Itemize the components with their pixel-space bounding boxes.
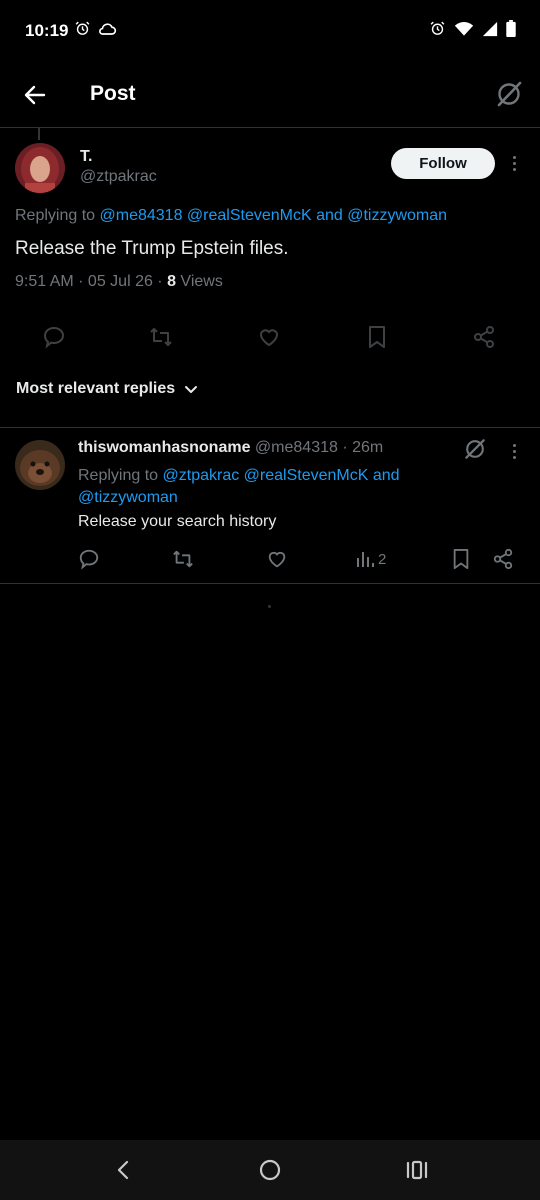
heart-icon xyxy=(268,551,286,568)
post-actions xyxy=(0,323,540,353)
share-icon xyxy=(474,326,494,348)
reply-share-button[interactable] xyxy=(490,546,516,572)
reply-grok-button[interactable] xyxy=(462,436,488,462)
bookmark-icon xyxy=(453,549,469,569)
system-nav-bar xyxy=(0,1140,540,1200)
share-button[interactable] xyxy=(470,323,498,351)
divider xyxy=(0,583,540,584)
reply-replying-to-links-2[interactable]: @tizzywoman xyxy=(78,489,178,506)
grok-icon xyxy=(497,81,522,107)
chevron-left-icon xyxy=(117,1160,129,1180)
reply-avatar[interactable] xyxy=(15,440,65,490)
nav-back-button[interactable] xyxy=(108,1155,138,1185)
home-circle-icon xyxy=(259,1159,281,1181)
reply-actions: 2 xyxy=(0,546,540,572)
reply-header: thiswomanhasnoname @me84318 · 26m xyxy=(78,439,383,457)
reply-views-count: 2 xyxy=(378,550,387,568)
reply-more-options-button[interactable] xyxy=(504,439,524,463)
status-time: 10:19 xyxy=(25,21,69,40)
comment-icon xyxy=(79,549,99,570)
loading-indicator xyxy=(268,605,271,608)
grok-button[interactable] xyxy=(494,79,524,109)
views-label: Views xyxy=(175,273,223,290)
main-post: T. @ztpakrac Follow Replying to @me84318… xyxy=(0,128,540,368)
reply-like-button[interactable] xyxy=(264,546,290,572)
repost-icon xyxy=(173,550,193,568)
status-bar: 10:19 xyxy=(0,0,540,62)
repost-icon xyxy=(150,328,172,346)
nav-home-button[interactable] xyxy=(255,1155,285,1185)
alarm-icon xyxy=(429,20,446,42)
reply-item[interactable]: thiswomanhasnoname @me84318 · 26m Replyi… xyxy=(0,428,540,583)
reply-text: Release your search history xyxy=(78,513,277,530)
reply-repost-button[interactable] xyxy=(170,546,196,572)
author-name[interactable]: T. xyxy=(80,148,92,166)
reply-replying-to: Replying to @ztpakrac @realStevenMcK and… xyxy=(78,467,400,506)
analytics-icon xyxy=(357,552,374,567)
share-icon xyxy=(493,548,513,570)
reply-author-handle[interactable]: @me84318 · 26m xyxy=(250,439,383,456)
chevron-down-icon xyxy=(185,386,198,393)
avatar[interactable] xyxy=(15,143,65,193)
post-text: Release the Trump Epstein files. xyxy=(15,238,289,259)
arrow-left-icon xyxy=(24,85,46,105)
page-title: Post xyxy=(90,82,136,105)
more-dot-icon xyxy=(512,443,516,447)
follow-button[interactable]: Follow xyxy=(391,148,495,179)
bookmark-icon xyxy=(369,326,385,348)
reply-bookmark-button[interactable] xyxy=(448,546,474,572)
grok-icon xyxy=(465,439,485,459)
post-timestamp: 9:51 AM · 05 Jul 26 · xyxy=(15,273,168,290)
post-meta: 9:51 AM · 05 Jul 26 · 8 Views xyxy=(15,273,223,291)
reply-reply-button[interactable] xyxy=(76,546,102,572)
signal-icon xyxy=(482,21,498,42)
replies-sort-button[interactable]: Most relevant replies xyxy=(16,380,199,398)
wifi-icon xyxy=(454,21,474,42)
heart-icon xyxy=(259,329,279,347)
nav-recents-button[interactable] xyxy=(402,1155,432,1185)
replies-sort-label: Most relevant replies xyxy=(16,380,176,397)
author-handle[interactable]: @ztpakrac xyxy=(80,168,157,186)
replying-to: Replying to @me84318 @realStevenMcK and … xyxy=(15,207,448,224)
more-dot-icon xyxy=(512,155,516,159)
battery-icon xyxy=(506,20,516,42)
replying-to-links[interactable]: @me84318 @realStevenMcK and @tizzywoman xyxy=(100,207,448,224)
comment-icon xyxy=(43,326,65,349)
alarm-icon xyxy=(74,20,91,42)
more-options-button[interactable] xyxy=(504,151,524,175)
reply-author-name[interactable]: thiswomanhasnoname xyxy=(78,439,250,456)
reply-views-button[interactable]: 2 xyxy=(356,546,396,572)
back-button[interactable] xyxy=(20,80,50,110)
cloud-icon xyxy=(97,21,117,42)
repost-button[interactable] xyxy=(147,323,175,351)
recents-icon xyxy=(406,1160,428,1180)
app-bar: Post xyxy=(0,62,540,128)
reply-replying-to-links[interactable]: @ztpakrac @realStevenMcK and xyxy=(163,467,400,484)
like-button[interactable] xyxy=(255,323,283,351)
reply-button[interactable] xyxy=(40,323,68,351)
views-count: 8 xyxy=(167,273,176,290)
bookmark-button[interactable] xyxy=(363,323,391,351)
